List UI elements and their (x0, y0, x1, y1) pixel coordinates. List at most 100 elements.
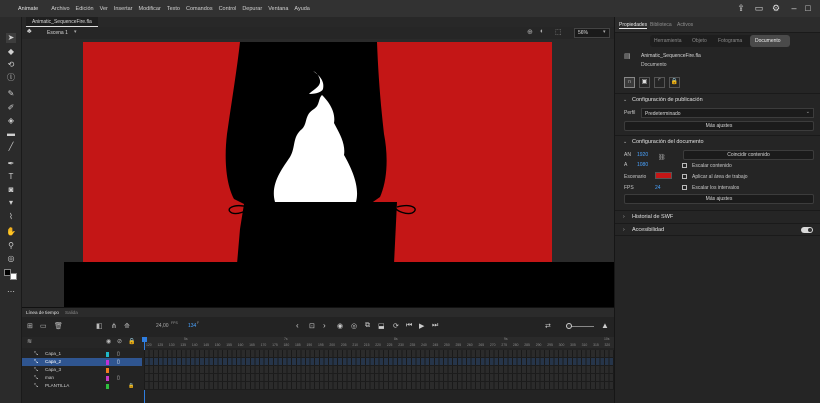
layer-name[interactable]: Capa_3 (45, 366, 61, 374)
frame-row[interactable] (144, 350, 614, 358)
publish-title[interactable]: Configuración de publicación (632, 97, 703, 103)
menu-archivo[interactable]: Archivo (48, 6, 72, 12)
swf-history-section[interactable]: › Historial de SWF (615, 210, 820, 223)
width-value[interactable]: 1920 (637, 152, 648, 158)
frame-row[interactable] (144, 358, 614, 366)
fps-display[interactable]: 24,00 (156, 323, 169, 329)
chevron-down-icon[interactable]: ⌄ (623, 139, 627, 145)
pencil-icon[interactable]: ✎ (6, 89, 16, 99)
zoom-slider-thumb[interactable] (566, 323, 572, 329)
layer-name[interactable]: Capa_2 (45, 358, 61, 366)
next-keyframe-icon[interactable]: › (323, 321, 326, 330)
go-first-icon[interactable]: ⏮ (406, 322, 412, 330)
hand-icon[interactable]: ✋ (6, 227, 16, 237)
layer-color-dot[interactable] (106, 375, 109, 381)
current-frame[interactable]: 134 (188, 323, 196, 329)
frame-row[interactable] (144, 374, 614, 382)
free-transform-icon[interactable]: ⟲ (6, 60, 16, 70)
lock-icon[interactable]: 🔒 (669, 77, 680, 88)
playhead-handle[interactable] (142, 337, 147, 342)
selection-tool-icon[interactable]: ➤ (6, 33, 16, 43)
camera-icon[interactable]: ◎ (6, 254, 16, 264)
tab-activos[interactable]: Activos (677, 22, 693, 28)
layer-color-dot[interactable] (106, 367, 109, 373)
edit-symbol-icon[interactable]: ⬚ (555, 28, 562, 36)
publish-more-button[interactable]: Más ajustes (624, 121, 814, 131)
menu-ver[interactable]: Ver (97, 6, 111, 12)
menu-ayuda[interactable]: Ayuda (291, 6, 313, 12)
layer-row[interactable]: ⤡ Capa_1 ▯ (22, 350, 142, 358)
delete-layer-icon[interactable]: 🗑 (54, 322, 63, 330)
text-tool-icon[interactable]: T (6, 172, 16, 182)
corner-icon[interactable]: ⌜ (654, 77, 665, 88)
menu-control[interactable]: Control (216, 6, 240, 12)
height-value[interactable]: 1080 (637, 162, 648, 168)
menu-ventana[interactable]: Ventana (265, 6, 291, 12)
tab-propiedades[interactable]: Propiedades (619, 22, 648, 29)
menu-modificar[interactable]: Modificar (136, 6, 164, 12)
frame-row[interactable] (144, 366, 614, 374)
scene-label[interactable]: Escena 1 (47, 30, 68, 36)
stage-color-swatch[interactable] (655, 172, 672, 179)
line-icon[interactable]: ╱ (6, 142, 16, 152)
fps-value[interactable]: 24 (655, 185, 661, 191)
fill-color-swatch[interactable] (10, 273, 17, 280)
hide-all-icon[interactable]: ⊘ (117, 338, 122, 345)
chevron-down-icon[interactable]: ⌄ (623, 97, 627, 103)
apply-stage-checkbox[interactable] (682, 174, 687, 179)
tab-documento-active[interactable]: Documento (750, 35, 790, 47)
layer-name[interactable]: Capa_1 (45, 350, 61, 358)
subselection-tool-icon[interactable]: ◆ (6, 47, 16, 57)
snap-icon[interactable]: ∩ (624, 77, 635, 88)
layer-name[interactable]: man (45, 374, 54, 382)
tab-biblioteca[interactable]: Biblioteca (650, 22, 672, 28)
layer-name[interactable]: PLANTILLA (45, 382, 69, 390)
object-drawing-icon[interactable]: ▣ (639, 77, 650, 88)
ink-bottle-icon[interactable]: ▾ (6, 198, 16, 208)
lock-all-icon[interactable]: 🔒 (128, 338, 135, 345)
rectangle-icon[interactable]: ▬ (6, 129, 16, 139)
accessibility-section[interactable]: › Accesibilidad (615, 223, 820, 236)
edit-multiple-icon[interactable]: ⧉ (365, 322, 370, 330)
lasso-icon[interactable]: ⓛ (6, 73, 16, 83)
outline-icon[interactable]: ▯ (117, 350, 120, 358)
play-icon[interactable]: ▶ (419, 322, 424, 330)
tab-output[interactable]: Salida (65, 310, 78, 315)
eraser-icon[interactable]: ◈ (6, 116, 16, 126)
camera-toggle-icon[interactable]: ◧ (96, 322, 103, 330)
frame-grid[interactable] (144, 350, 614, 390)
share-icon[interactable]: ⇪ (736, 3, 746, 13)
layer-row[interactable]: ⤡ Capa_3 (22, 366, 142, 374)
menu-comandos[interactable]: Comandos (183, 6, 216, 12)
menu-insertar[interactable]: Insertar (111, 6, 136, 12)
clip-icon[interactable]: ◐ (540, 28, 544, 35)
parenting-icon[interactable]: ⋔ (111, 322, 117, 330)
tab-timeline[interactable]: Línea de tiempo (26, 310, 59, 315)
insert-tween-icon[interactable]: ⬓ (378, 322, 385, 330)
center-stage-icon[interactable]: ⊕ (527, 28, 533, 36)
docsettings-more-button[interactable]: Más ajustes (624, 194, 814, 204)
maximize-icon[interactable]: □ (803, 3, 813, 13)
layer-color-dot[interactable] (106, 359, 109, 365)
outline-icon[interactable]: ▯ (117, 358, 120, 366)
pen-icon[interactable]: ✒ (6, 159, 16, 169)
center-frame-icon[interactable]: ⇄ (545, 322, 551, 330)
menu-edicion[interactable]: Edición (73, 6, 97, 12)
scale-intervals-checkbox[interactable] (682, 185, 687, 190)
frame-row[interactable] (144, 382, 614, 390)
graph-icon[interactable]: ⟰ (124, 322, 130, 330)
brush-icon[interactable]: ✐ (6, 103, 16, 113)
minimize-icon[interactable]: – (789, 3, 799, 13)
more-tools-icon[interactable]: ⋯ (6, 287, 16, 297)
keyframe-icon[interactable]: ⊡ (309, 322, 315, 330)
link-icon[interactable]: ⛓ (658, 154, 666, 161)
stage-area[interactable] (22, 39, 614, 307)
layer-color-dot[interactable] (106, 351, 109, 357)
match-content-button[interactable]: Coincidir contenido (683, 150, 814, 160)
layer-row[interactable]: ⤡ man ▯ (22, 374, 142, 382)
onion-icon[interactable]: ◉ (337, 322, 343, 330)
tab-herramienta[interactable]: Herramienta (654, 38, 682, 44)
eyedropper-icon[interactable]: ⌇ (6, 212, 16, 222)
zoom-select[interactable]: 56% ▾ (574, 28, 610, 38)
tab-fotograma[interactable]: Fotograma (718, 38, 742, 44)
